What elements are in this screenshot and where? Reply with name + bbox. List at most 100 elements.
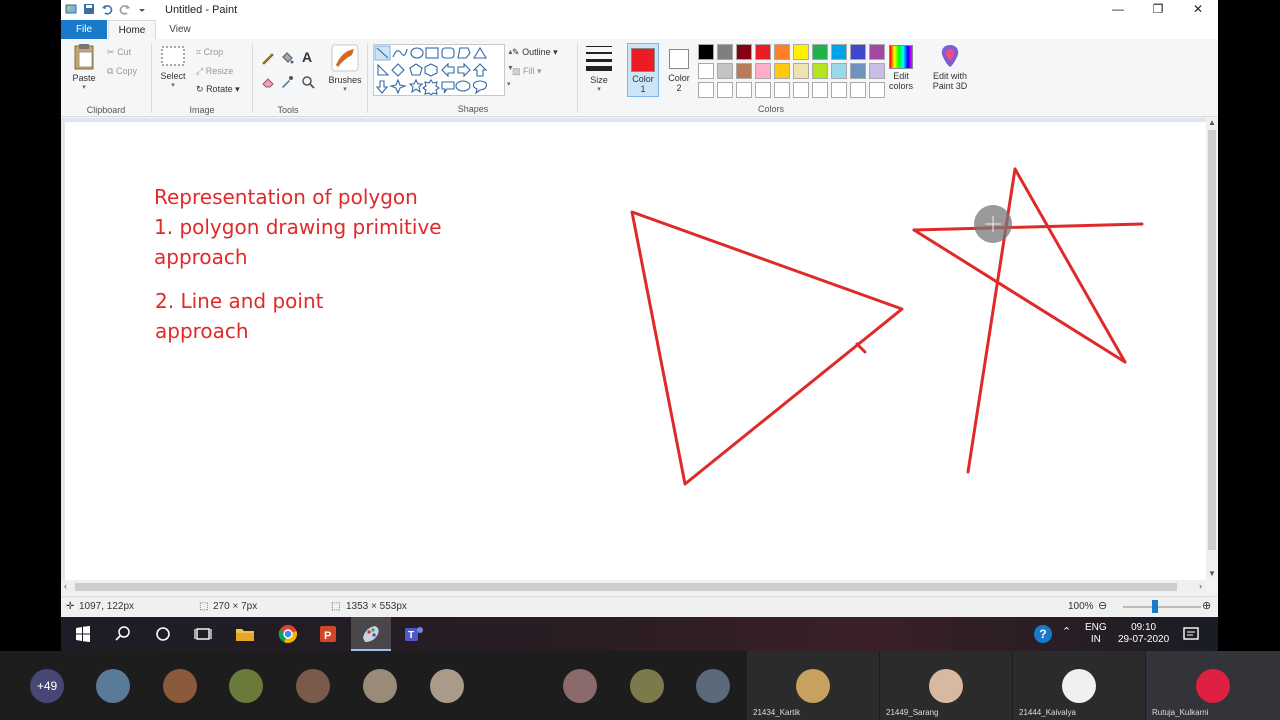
avatar[interactable] [229, 669, 263, 703]
fill-bucket-icon[interactable] [280, 51, 294, 65]
scroll-left-icon[interactable]: ‹ [64, 581, 67, 591]
paste-button[interactable]: Paste ▾ [67, 43, 101, 91]
teams-icon[interactable]: T [401, 622, 425, 646]
participant-tile[interactable]: 21444_Kaivalya [1013, 651, 1145, 720]
scroll-right-icon[interactable]: › [1199, 581, 1202, 591]
powerpoint-icon[interactable]: P [316, 622, 340, 646]
horizontal-scrollbar[interactable]: ‹ › [61, 580, 1206, 594]
select-dropdown-icon[interactable]: ▾ [156, 81, 190, 89]
vertical-scrollbar[interactable]: ▲ ▼ [1206, 118, 1218, 580]
crop-button[interactable]: ⌗ Crop [196, 47, 223, 58]
more-participants-badge[interactable]: +49 [30, 669, 64, 703]
shapes-gallery[interactable] [373, 44, 505, 96]
text-tool-icon[interactable]: A [302, 49, 312, 65]
color2-button[interactable]: Color 2 [663, 43, 695, 97]
palette-swatch[interactable] [717, 82, 733, 98]
save-icon[interactable] [83, 3, 95, 15]
participant-tile[interactable]: 21449_Sarang [880, 651, 1012, 720]
avatar[interactable] [96, 669, 130, 703]
color1-button[interactable]: Color 1 [627, 43, 659, 97]
restore-button[interactable]: ❐ [1138, 0, 1178, 20]
notifications-icon[interactable] [1179, 622, 1203, 646]
zoom-in-button[interactable]: ⊕ [1202, 599, 1211, 612]
tray-expand-icon[interactable]: ⌃ [1062, 625, 1071, 638]
avatar[interactable] [163, 669, 197, 703]
participant-tile[interactable]: 21434_Kartik [747, 651, 879, 720]
pencil-icon[interactable] [261, 51, 275, 65]
palette-swatch[interactable] [698, 82, 714, 98]
chrome-icon[interactable] [276, 622, 300, 646]
palette-swatch[interactable] [850, 63, 866, 79]
edit-colors-button[interactable]: Edit colors [883, 43, 919, 91]
zoom-slider-thumb[interactable] [1152, 600, 1158, 613]
palette-swatch[interactable] [736, 44, 752, 60]
copy-button[interactable]: ⧉ Copy [107, 66, 137, 77]
customize-qa-icon[interactable] [137, 3, 147, 15]
fill-button[interactable]: ▨ Fill ▾ [512, 66, 542, 77]
scroll-down-icon[interactable]: ▼ [1208, 569, 1216, 578]
paste-dropdown-icon[interactable]: ▾ [67, 83, 101, 91]
palette-swatch[interactable] [755, 63, 771, 79]
palette-swatch[interactable] [774, 63, 790, 79]
palette-swatch[interactable] [812, 44, 828, 60]
zoom-slider[interactable] [1123, 606, 1201, 608]
avatar[interactable] [696, 669, 730, 703]
avatar[interactable] [296, 669, 330, 703]
palette-swatch[interactable] [717, 44, 733, 60]
palette-swatch[interactable] [850, 44, 866, 60]
brushes-button[interactable]: Brushes ▾ [325, 43, 365, 93]
clock[interactable]: 09:10 29-07-2020 [1118, 622, 1169, 646]
palette-swatch[interactable] [698, 63, 714, 79]
palette-swatch[interactable] [793, 44, 809, 60]
avatar[interactable] [363, 669, 397, 703]
palette-swatch[interactable] [755, 82, 771, 98]
palette-swatch[interactable] [774, 82, 790, 98]
minimize-button[interactable]: — [1098, 0, 1138, 20]
palette-swatch[interactable] [831, 44, 847, 60]
palette-swatch[interactable] [793, 63, 809, 79]
palette-swatch[interactable] [717, 63, 733, 79]
horizontal-scroll-thumb[interactable] [75, 583, 1177, 591]
palette-swatch[interactable] [831, 63, 847, 79]
participant-tile[interactable]: Rutuja_Kulkarni [1146, 651, 1280, 720]
task-view-icon[interactable] [191, 622, 215, 646]
tab-file[interactable]: File [61, 20, 107, 39]
avatar[interactable] [563, 669, 597, 703]
edit-with-paint3d-button[interactable]: Edit with Paint 3D [925, 43, 975, 91]
resize-button[interactable]: ⤢ Resize [196, 66, 233, 77]
help-tray-icon[interactable]: ? [1034, 625, 1052, 643]
palette-swatch[interactable] [736, 82, 752, 98]
tab-home[interactable]: Home [108, 20, 156, 39]
file-explorer-icon[interactable] [233, 622, 257, 646]
magnifier-icon[interactable] [301, 75, 315, 89]
undo-icon[interactable] [101, 3, 113, 15]
palette-swatch[interactable] [736, 63, 752, 79]
outline-button[interactable]: ✎ Outline ▾ [512, 47, 558, 58]
palette-swatch[interactable] [698, 44, 714, 60]
rotate-button[interactable]: ↻ Rotate ▾ [196, 84, 240, 95]
palette-swatch[interactable] [831, 82, 847, 98]
palette-swatch[interactable] [812, 82, 828, 98]
color-picker-icon[interactable] [280, 75, 294, 89]
search-icon[interactable] [111, 622, 135, 646]
language-indicator[interactable]: ENG IN [1085, 622, 1107, 646]
avatar[interactable] [430, 669, 464, 703]
cut-button[interactable]: ✂ Cut [107, 47, 131, 58]
palette-swatch[interactable] [793, 82, 809, 98]
drawing-canvas[interactable]: Representation of polygon 1. polygon dra… [65, 122, 1206, 580]
brushes-dropdown-icon[interactable]: ▾ [325, 85, 365, 93]
palette-swatch[interactable] [812, 63, 828, 79]
zoom-out-button[interactable]: ⊖ [1098, 599, 1107, 612]
vertical-scroll-thumb[interactable] [1208, 130, 1216, 550]
avatar[interactable] [630, 669, 664, 703]
palette-swatch[interactable] [850, 82, 866, 98]
taskbar-paint-active[interactable] [351, 617, 391, 651]
size-button[interactable]: Size ▾ [581, 43, 617, 93]
tab-view[interactable]: View [158, 20, 202, 39]
redo-icon[interactable] [119, 3, 131, 15]
cortana-icon[interactable] [151, 622, 175, 646]
palette-swatch[interactable] [774, 44, 790, 60]
palette-swatch[interactable] [755, 44, 771, 60]
scroll-up-icon[interactable]: ▲ [1208, 118, 1216, 127]
close-button[interactable]: ✕ [1178, 0, 1218, 20]
